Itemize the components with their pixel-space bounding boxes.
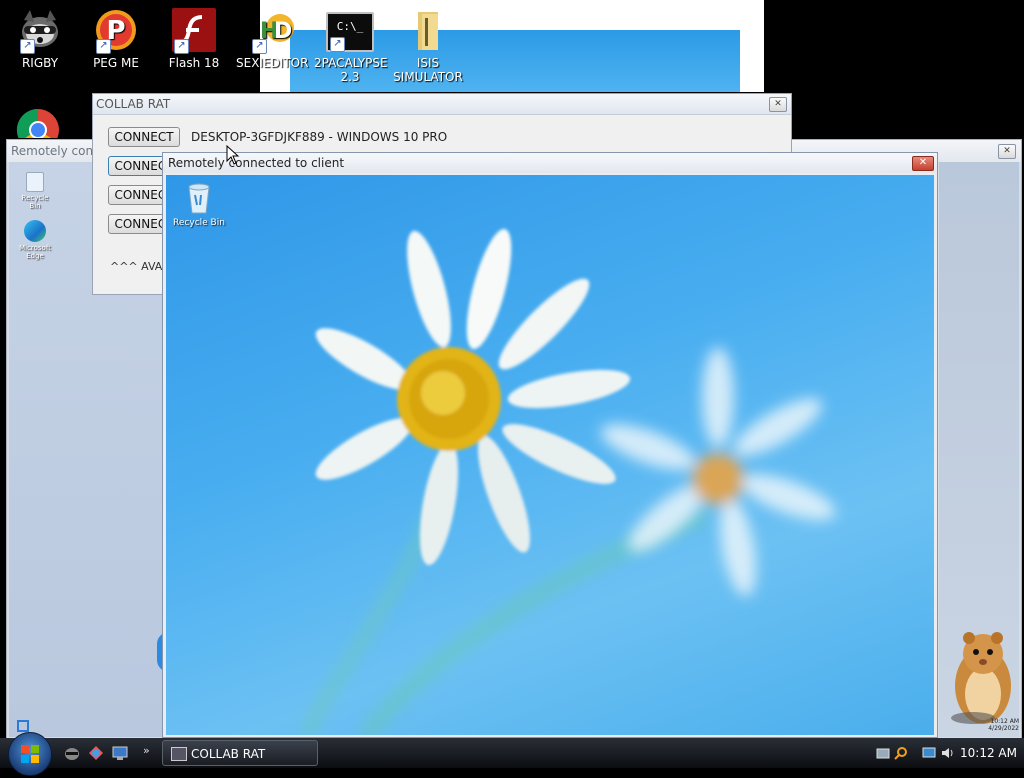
mini-start-icon: [17, 720, 29, 732]
client-entry: DESKTOP-3GFDJKF889 - WINDOWS 10 PRO: [191, 130, 448, 144]
quicklaunch-raccoon-icon[interactable]: [64, 745, 80, 761]
remote-window: Remotely connected to client ✕ Recycle B…: [162, 152, 938, 738]
tray-network-icon[interactable]: [876, 746, 890, 760]
windows-logo-icon: [21, 745, 39, 763]
flash-icon: ↗: [172, 8, 216, 54]
desktop-icon-label: SEXIEDITOR: [236, 56, 309, 70]
start-button[interactable]: [8, 732, 52, 776]
connect-button-1[interactable]: CONNECT: [108, 127, 180, 147]
window-app-icon: [171, 747, 187, 761]
quicklaunch-more-icon[interactable]: »: [143, 744, 150, 757]
desktop-icon-label: ISIS SIMULATOR: [393, 56, 463, 84]
inner-tray-date: 4/29/2022: [988, 725, 1019, 732]
desktop-icon-label: PEG ME: [93, 56, 139, 70]
collab-rat-title: COLLAB RAT: [93, 94, 791, 115]
tray-monitor-icon[interactable]: [922, 746, 936, 760]
desktop-icon-rigby[interactable]: ↗ RIGBY: [4, 6, 76, 70]
taskbar-collab-rat[interactable]: COLLAB RAT: [162, 740, 318, 766]
remote-window-title: Remotely connected to client: [163, 153, 937, 173]
tray-volume-icon[interactable]: [940, 746, 954, 760]
recycle-bin-icon: [188, 183, 210, 214]
back-window-screen-right: [939, 162, 1019, 737]
mouse-cursor-icon: [226, 145, 240, 165]
desktop-icon-sexieditor[interactable]: HD ↗ SEXIEDITOR: [236, 6, 308, 70]
recycle-bin-icon: [26, 172, 44, 192]
desktop-icon-peg-me[interactable]: P ↗ PEG ME: [80, 6, 152, 70]
chrome-icon[interactable]: [16, 108, 60, 138]
mini-recycle-bin[interactable]: Recycle Bin: [15, 172, 55, 210]
remote-window-close-button[interactable]: ✕: [912, 156, 934, 171]
tray-search-icon[interactable]: [894, 746, 908, 760]
back-window-close-button[interactable]: ✕: [998, 144, 1016, 159]
peg-me-icon: P ↗: [94, 8, 138, 54]
remote-recycle-bin[interactable]: Recycle Bin: [171, 181, 227, 228]
inner-tray-time: 10:12 AM: [990, 718, 1019, 725]
raccoon-icon: ↗: [18, 8, 62, 54]
taskbar-task-label: COLLAB RAT: [191, 747, 266, 761]
desktop-icon-label: 2PACALYPSE 2.3: [314, 56, 388, 84]
taskbar: » COLLAB RAT 10:12 AM: [0, 732, 1024, 776]
desktop-icon-2pacalypse[interactable]: C:\_ ↗ 2PACALYPSE 2.3: [314, 6, 388, 84]
quicklaunch-internet-icon[interactable]: [88, 745, 104, 761]
desktop-icon-label: RIGBY: [21, 56, 59, 70]
terminal-icon: C:\_ ↗: [326, 12, 374, 52]
folder-icon: [406, 8, 450, 52]
hex-editor-icon: HD ↗: [250, 8, 294, 54]
edge-icon: [24, 220, 46, 242]
collab-rat-close-button[interactable]: ✕: [769, 97, 787, 112]
remote-desktop-screen[interactable]: Recycle Bin: [166, 175, 934, 735]
desktop-icon-isis-simulator[interactable]: ISIS SIMULATOR: [392, 6, 464, 84]
quicklaunch-desktop-icon[interactable]: [112, 745, 128, 761]
desktop-icon-flash[interactable]: ↗ Flash 18: [158, 6, 230, 70]
desktop-icon-label: Flash 18: [168, 56, 220, 70]
inner-tray: 10:12 AM 4/29/2022: [939, 718, 1019, 732]
taskbar-clock[interactable]: 10:12 AM: [960, 738, 1017, 768]
daisy-wallpaper: [299, 228, 836, 735]
mini-edge[interactable]: Microsoft Edge: [15, 220, 55, 260]
hamster-icon: [939, 614, 1019, 734]
svg-text:D: D: [274, 19, 292, 44]
